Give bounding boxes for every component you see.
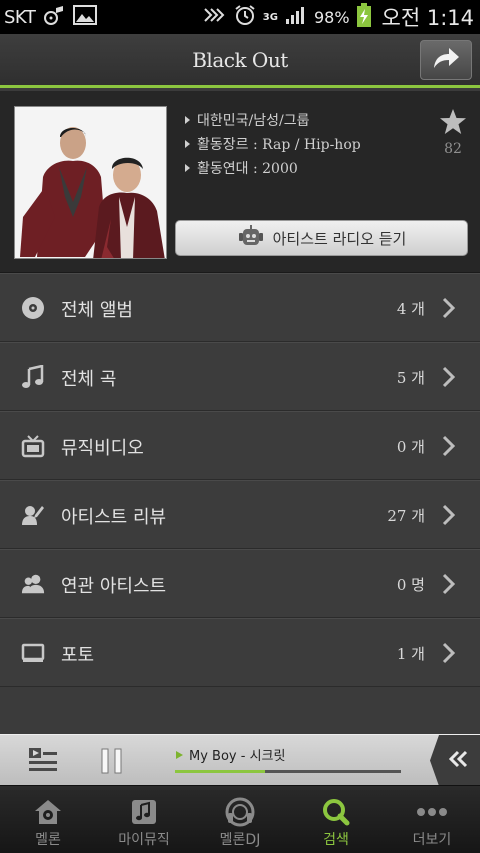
playlist-icon[interactable]: [28, 747, 58, 777]
tab-label: 마이뮤직: [118, 832, 170, 848]
artist-info-era: 활동연대 : 2000: [185, 156, 361, 180]
menu-count: 0 명: [396, 576, 425, 594]
home-icon: [33, 798, 63, 826]
menu-item-all-albums[interactable]: 전체 앨범 4 개: [0, 273, 480, 342]
bullet-triangle-icon: [185, 140, 190, 148]
chevron-right-icon: [442, 573, 456, 599]
artist-info-list: 대한민국/남성/그룹 활동장르 : Rap / Hip-hop 활동연대 : 2…: [185, 108, 361, 180]
artist-menu-list: 전체 앨범 4 개 전체 곡 5 개 뮤직비디오 0 개 아티스트 리뷰 27 …: [0, 273, 480, 687]
artist-screen: SKT 3G 98% 오전 1:14 Black Out 대한민국/남성/그룹 …: [0, 0, 480, 853]
info-text: 활동장르 : Rap / Hip-hop: [197, 137, 361, 153]
music-note-icon: [21, 365, 45, 389]
tab-label: 더보기: [412, 832, 452, 848]
menu-label: 뮤직비디오: [61, 438, 144, 459]
menu-item-music-video[interactable]: 뮤직비디오 0 개: [0, 411, 480, 480]
photo-icon: [21, 641, 45, 665]
review-icon: [21, 503, 45, 527]
tab-label: 멜론: [35, 832, 61, 848]
tab-more[interactable]: 더보기: [384, 786, 480, 853]
now-playing-title: My Boy - 시크릿: [189, 749, 286, 764]
gallery-notification-icon: [73, 5, 98, 29]
menu-item-photo[interactable]: 포토 1 개: [0, 618, 480, 687]
tab-label: 멜론DJ: [219, 832, 261, 848]
menu-count: 1 개: [396, 645, 425, 663]
menu-item-artist-review[interactable]: 아티스트 리뷰 27 개: [0, 480, 480, 549]
tab-my-music[interactable]: 마이뮤직: [96, 786, 192, 853]
carrier-label: SKT: [4, 6, 36, 28]
page-title: Black Out: [192, 48, 288, 72]
menu-count: 27 개: [387, 507, 425, 525]
menu-label: 연관 아티스트: [61, 576, 167, 597]
menu-label: 전체 곡: [61, 369, 117, 390]
more-icon: [416, 798, 448, 826]
pause-button[interactable]: [101, 748, 123, 778]
chevron-right-icon: [442, 504, 456, 530]
related-artists-icon: [21, 572, 45, 596]
bullet-triangle-icon: [185, 116, 190, 124]
tab-search[interactable]: 검색: [288, 786, 384, 853]
menu-item-all-songs[interactable]: 전체 곡 5 개: [0, 342, 480, 411]
clock: 오전 1:14: [381, 6, 474, 30]
tab-melon-dj[interactable]: 멜론DJ: [192, 786, 288, 853]
bottom-tab-bar: 멜론 마이뮤직 멜론DJ 검색 더보기: [0, 785, 480, 853]
menu-label: 전체 앨범: [61, 300, 133, 321]
menu-label: 아티스트 리뷰: [61, 507, 167, 528]
playback-progress-bar[interactable]: [175, 770, 401, 773]
battery-percent: 98%: [313, 7, 350, 27]
playback-progress-fill: [175, 770, 266, 773]
now-playing[interactable]: My Boy - 시크릿: [176, 745, 285, 764]
double-chevron-left-icon: [448, 750, 469, 772]
robot-icon: [237, 225, 265, 251]
radio-button-label: 아티스트 라디오 듣기: [272, 229, 407, 248]
chevron-right-icon: [442, 366, 456, 392]
menu-count: 5 개: [396, 369, 425, 387]
favorite-star[interactable]: 82: [438, 108, 468, 157]
mute-icon: [203, 5, 227, 29]
star-count: 82: [444, 141, 462, 157]
alarm-icon: [234, 4, 256, 30]
header: Black Out: [0, 34, 480, 88]
info-text: 활동연대 : 2000: [197, 161, 298, 177]
tab-label: 검색: [323, 832, 349, 848]
artist-photo[interactable]: [14, 106, 167, 259]
chevron-right-icon: [442, 297, 456, 323]
menu-label: 포토: [61, 645, 95, 666]
disc-icon: [21, 296, 45, 320]
battery-charging-icon: [356, 3, 371, 31]
headphones-icon: [224, 797, 256, 827]
star-icon: [439, 109, 467, 139]
tv-icon: [21, 434, 45, 458]
artist-info-genre: 활동장르 : Rap / Hip-hop: [185, 132, 361, 156]
playing-indicator-icon: [176, 750, 183, 759]
menu-count: 4 개: [396, 300, 425, 318]
search-icon: [322, 798, 350, 826]
artist-radio-button[interactable]: 아티스트 라디오 듣기: [175, 220, 468, 256]
tab-melon[interactable]: 멜론: [0, 786, 96, 853]
collapse-player-button[interactable]: [430, 735, 480, 786]
music-notification-icon: [43, 5, 65, 29]
info-text: 대한민국/남성/그룹: [197, 113, 310, 129]
menu-count: 0 개: [396, 438, 425, 456]
share-button[interactable]: [420, 40, 472, 80]
bullet-triangle-icon: [185, 164, 190, 172]
chevron-right-icon: [442, 642, 456, 668]
share-arrow-icon: [431, 46, 461, 74]
artist-info-country: 대한민국/남성/그룹: [185, 108, 361, 132]
my-music-icon: [130, 798, 158, 826]
mini-player: My Boy - 시크릿: [0, 734, 480, 786]
artist-info-panel: 대한민국/남성/그룹 활동장르 : Rap / Hip-hop 활동연대 : 2…: [0, 91, 480, 273]
chevron-right-icon: [442, 435, 456, 461]
status-bar: SKT 3G 98% 오전 1:14: [0, 0, 480, 34]
signal-icon: [285, 5, 307, 29]
network-type: 3G: [262, 11, 278, 23]
menu-item-related-artists[interactable]: 연관 아티스트 0 명: [0, 549, 480, 618]
